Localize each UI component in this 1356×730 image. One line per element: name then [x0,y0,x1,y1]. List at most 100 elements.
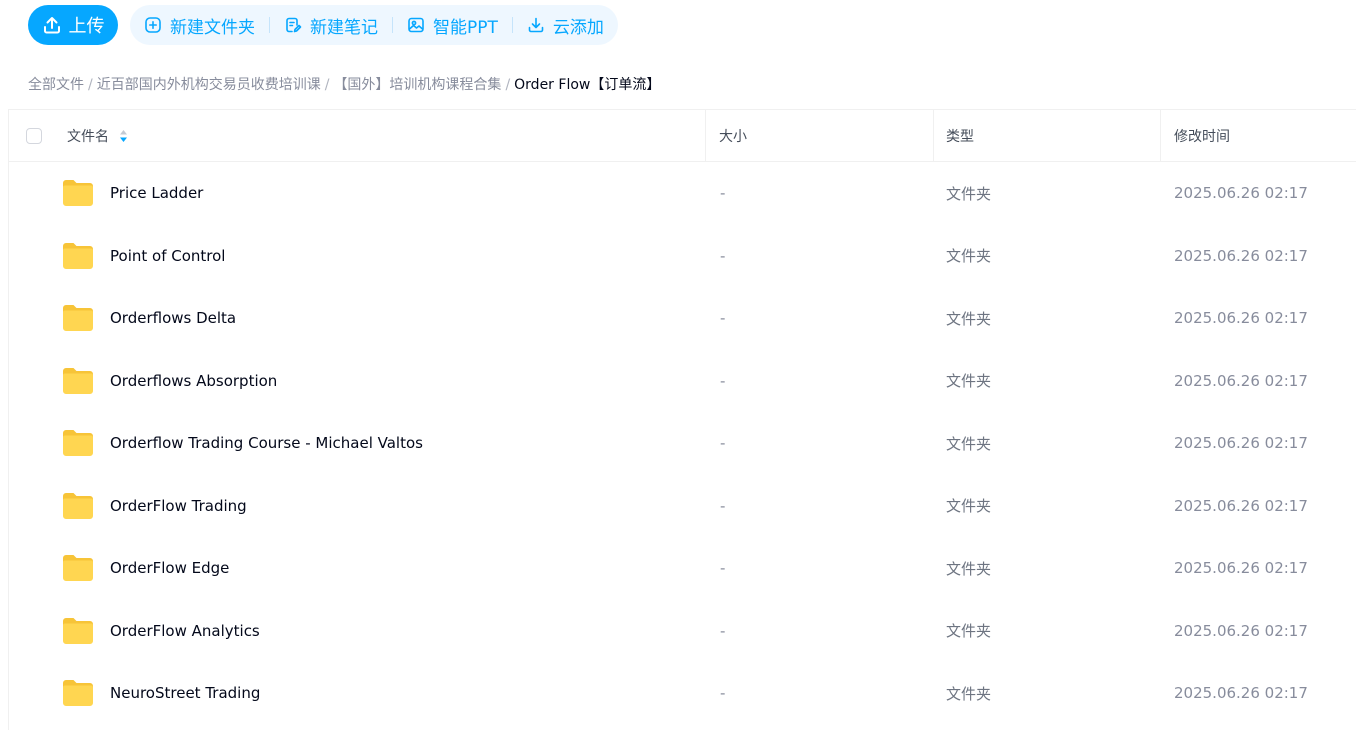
select-all-checkbox[interactable] [26,127,42,144]
file-size: - [720,496,726,515]
file-modified: 2025.06.26 02:17 [1174,559,1308,578]
file-name[interactable]: Orderflows Absorption [110,350,277,413]
column-divider [933,110,934,161]
cloud-add-button[interactable]: 云添加 [525,13,606,38]
toolbar-divider [392,17,393,33]
breadcrumb-separator: / [324,77,330,93]
folder-icon [63,617,93,644]
new-folder-button[interactable]: 新建文件夹 [142,13,257,38]
cloud-add-label: 云添加 [552,17,604,38]
folder-icon [63,180,93,207]
file-size: - [720,559,726,578]
folder-icon [63,242,93,269]
file-modified: 2025.06.26 02:17 [1174,496,1308,515]
smart-ppt-label: 智能PPT [433,17,498,38]
file-type: 文件夹 [946,684,992,703]
folder-icon [63,555,93,582]
column-divider [1160,110,1161,161]
table-row[interactable]: OrderFlow Analytics - 文件夹 2025.06.26 02:… [8,600,1356,663]
file-name[interactable]: OrderFlow Edge [110,537,229,600]
note-icon [284,16,302,34]
file-modified: 2025.06.26 02:17 [1174,246,1308,265]
file-size: - [720,246,726,265]
file-name[interactable]: Orderflows Delta [110,287,236,350]
add-folder-icon [144,16,162,34]
table-row[interactable]: Orderflows Delta - 文件夹 2025.06.26 02:17 [8,287,1356,350]
file-type: 文件夹 [946,434,992,453]
file-type: 文件夹 [946,247,992,266]
column-divider [705,110,706,161]
column-header-size-label: 大小 [719,128,747,145]
column-header-name-label: 文件名 [67,128,109,145]
file-modified: 2025.06.26 02:17 [1174,184,1308,203]
column-header-type-label: 类型 [946,128,974,145]
file-type: 文件夹 [946,184,992,203]
table-row[interactable]: OrderFlow Trading - 文件夹 2025.06.26 02:17 [8,475,1356,538]
table-row[interactable]: NeuroStreet Trading - 文件夹 2025.06.26 02:… [8,662,1356,725]
file-type: 文件夹 [946,559,992,578]
file-modified: 2025.06.26 02:17 [1174,371,1308,390]
table-body: Price Ladder - 文件夹 2025.06.26 02:17 Poin… [8,162,1356,725]
file-name[interactable]: Orderflow Trading Course - Michael Valto… [110,412,423,475]
toolbar-divider [511,17,513,33]
file-size: - [720,621,726,640]
file-name[interactable]: NeuroStreet Trading [110,662,260,725]
toolbar-divider [269,17,270,33]
folder-icon [63,492,93,519]
table-row[interactable]: Price Ladder - 文件夹 2025.06.26 02:17 [8,162,1356,225]
file-modified: 2025.06.26 02:17 [1174,434,1308,453]
new-note-label: 新建笔记 [310,17,378,38]
column-header-size[interactable]: 大小 [719,110,747,161]
file-modified: 2025.06.26 02:17 [1174,309,1308,328]
table-row[interactable]: Point of Control - 文件夹 2025.06.26 02:17 [8,225,1356,288]
file-type: 文件夹 [946,497,992,516]
new-folder-label: 新建文件夹 [170,17,255,38]
file-size: - [720,184,726,203]
breadcrumb-separator: / [505,77,511,93]
file-name[interactable]: Price Ladder [110,162,203,225]
table-row[interactable]: Orderflows Absorption - 文件夹 2025.06.26 0… [8,350,1356,413]
column-header-modified-label: 修改时间 [1174,128,1230,145]
breadcrumb: 全部文件 / 近百部国内外机构交易员收费培训课 / 【国外】培训机构课程合集 / Order… [28,74,660,94]
file-type: 文件夹 [946,622,992,641]
file-modified: 2025.06.26 02:17 [1174,684,1308,703]
sort-icon[interactable] [119,129,128,143]
file-table: 文件名 大小 类型 修改时间 Price Ladder - 文件夹 2025.0… [8,109,1356,725]
new-note-button[interactable]: 新建笔记 [282,13,380,38]
file-manager-page: 上传 新建文件夹 新建笔记 智能PPT 云添加 全部文件 / 近百部国内外机构交… [0,0,1356,730]
breadcrumb-item[interactable]: 【国外】培训机构课程合集 [333,77,501,93]
column-header-type[interactable]: 类型 [946,110,974,161]
ppt-icon [407,16,425,34]
file-name[interactable]: OrderFlow Trading [110,475,247,538]
breadcrumb-item[interactable]: 全部文件 [28,77,84,93]
upload-icon [42,15,62,35]
column-header-modified[interactable]: 修改时间 [1174,110,1230,161]
file-name[interactable]: Point of Control [110,225,225,288]
folder-icon [63,680,93,707]
folder-icon [63,430,93,457]
table-row[interactable]: Orderflow Trading Course - Michael Valto… [8,412,1356,475]
toolbar: 上传 新建文件夹 新建笔记 智能PPT 云添加 [28,5,618,45]
file-size: - [720,371,726,390]
select-all-cell [26,110,42,161]
file-size: - [720,684,726,703]
file-modified: 2025.06.26 02:17 [1174,621,1308,640]
file-type: 文件夹 [946,309,992,328]
table-header: 文件名 大小 类型 修改时间 [8,109,1356,162]
toolbar-actions: 新建文件夹 新建笔记 智能PPT 云添加 [130,5,618,45]
file-name[interactable]: OrderFlow Analytics [110,600,260,663]
folder-icon [63,305,93,332]
file-type: 文件夹 [946,372,992,391]
smart-ppt-button[interactable]: 智能PPT [405,13,500,38]
table-row[interactable]: OrderFlow Edge - 文件夹 2025.06.26 02:17 [8,537,1356,600]
breadcrumb-item[interactable]: 近百部国内外机构交易员收费培训课 [97,77,321,93]
file-size: - [720,309,726,328]
folder-icon [63,367,93,394]
download-icon [527,16,545,34]
breadcrumb-separator: / [88,77,93,93]
breadcrumb-current: Order Flow【订单流】 [514,77,661,93]
file-size: - [720,434,726,453]
upload-button[interactable]: 上传 [28,5,118,45]
upload-label: 上传 [68,16,105,37]
column-header-name[interactable]: 文件名 [67,110,128,161]
